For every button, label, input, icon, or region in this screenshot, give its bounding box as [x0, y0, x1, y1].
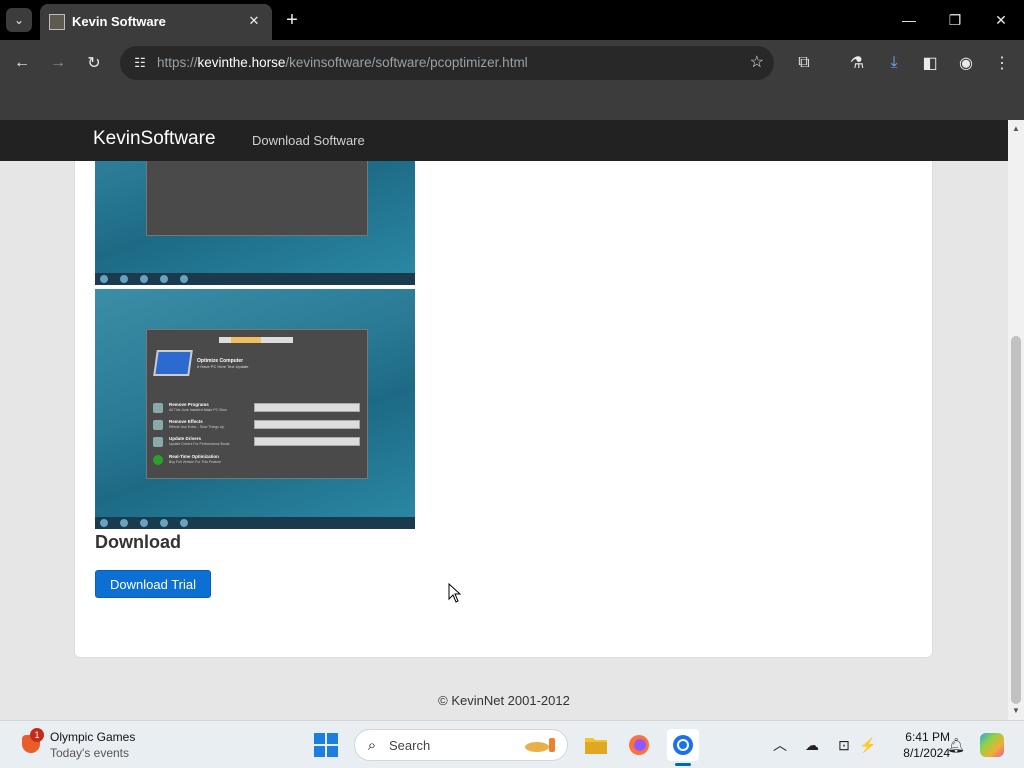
minimize-button[interactable]: — [886, 0, 932, 40]
windows-taskbar: 1 Olympic Games Today's events ⌕ Search … [0, 720, 1024, 768]
content-card: Optimize Computer It Have PC Here Text U… [74, 120, 933, 658]
notification-badge: 1 [30, 728, 44, 742]
nav-download-software[interactable]: Download Software [252, 133, 365, 148]
tab-kevin-software[interactable]: Kevin Software ✕ [40, 4, 272, 40]
maximize-button[interactable]: ❐ [932, 0, 978, 40]
download-trial-button[interactable]: Download Trial [95, 570, 211, 598]
search-placeholder: Search [389, 738, 431, 753]
bookmark-star-icon[interactable]: ☆ [750, 52, 764, 72]
firefox-icon[interactable] [623, 729, 655, 761]
favicon-icon [49, 14, 65, 30]
chrome-icon[interactable] [667, 729, 699, 761]
url-path: /kevinsoftware/software/pcoptimizer.html [285, 55, 528, 70]
screenshot-taskbar [95, 273, 415, 285]
notification-bell-icon[interactable]: 🔔︎ [946, 735, 966, 755]
taskbar-clock[interactable]: 6:41 PM 8/1/2024 [886, 729, 950, 761]
chevron-up-icon[interactable]: ︿ [770, 735, 790, 755]
clock-time: 6:41 PM [905, 730, 950, 744]
site-brand[interactable]: KevinSoftware [93, 128, 216, 150]
page-viewport: Optimize Computer It Have PC Here Text U… [0, 120, 1008, 720]
browser-infobar [0, 86, 1024, 120]
copilot-icon[interactable] [980, 733, 1004, 757]
address-bar[interactable]: ☷ https://kevinthe.horse/kevinsoftware/s… [120, 46, 774, 80]
battery-icon[interactable]: ⚡ [858, 735, 878, 755]
screenshot-row: Update Drivers Update Drivers For Perform… [153, 436, 361, 448]
news-widget[interactable]: 1 Olympic Games Today's events [20, 728, 150, 762]
close-window-button[interactable]: ✕ [978, 0, 1024, 40]
scroll-down-icon[interactable]: ▼ [1012, 706, 1020, 715]
active-app-indicator [675, 763, 691, 766]
tab-search-button[interactable]: ⌄ [6, 8, 32, 32]
site-footer: © KevinNet 2001-2012 [438, 693, 570, 708]
screenshot-row: Remove Effects Effects Use Extra... Slow … [153, 419, 361, 431]
laptop-icon [153, 350, 193, 376]
screenshot-tabs [219, 337, 293, 343]
screenshot-dialog: Optimize Computer It Have PC Here Text U… [146, 329, 368, 479]
tab-strip: ⌄ Kevin Software ✕ + — ❐ ✕ [0, 0, 1024, 40]
scroll-up-icon[interactable]: ▲ [1012, 124, 1020, 133]
site-info-icon[interactable]: ☷ [128, 51, 152, 75]
screenshot-image-2: Optimize Computer It Have PC Here Text U… [95, 289, 415, 529]
forward-icon[interactable]: → [46, 51, 70, 75]
profile-avatar-icon[interactable]: ◉ [954, 51, 978, 75]
scrollbar-thumb[interactable] [1011, 336, 1021, 704]
tab-close-icon[interactable]: ✕ [244, 11, 264, 31]
page-scrollbar[interactable]: ▲ ▼ [1008, 120, 1024, 720]
tab-title: Kevin Software [72, 14, 166, 29]
download-heading: Download [95, 532, 181, 552]
chevron-down-icon: ⌄ [13, 13, 25, 27]
mouse-cursor-icon [448, 583, 462, 603]
menu-icon[interactable]: ⋮ [990, 51, 1014, 75]
start-windows-icon[interactable] [314, 733, 338, 757]
cloud-off-icon[interactable]: ☁ [802, 735, 822, 755]
download-icon[interactable]: ⤓ [882, 51, 906, 75]
screenshot-row: Remove Programs All This Junk Installed M… [153, 402, 361, 414]
side-panel-icon[interactable]: ◧ [918, 51, 942, 75]
url-host: kevinthe.horse [197, 55, 286, 70]
network-icon[interactable]: ⊡ [834, 735, 854, 755]
extensions-icon[interactable]: ⧉ [792, 51, 816, 75]
clock-date: 8/1/2024 [903, 746, 950, 760]
site-navbar: KevinSoftware Download Software [0, 120, 1008, 161]
url-text[interactable]: https://kevinthe.horse/kevinsoftware/sof… [157, 55, 528, 70]
browser-toolbar: ← → ↻ ☷ https://kevinthe.horse/kevinsoft… [0, 40, 1024, 86]
url-scheme: https:// [157, 55, 198, 70]
file-explorer-icon[interactable] [580, 729, 612, 761]
search-highlight-icon [525, 738, 555, 752]
new-tab-button[interactable]: + [280, 8, 304, 32]
reload-icon[interactable]: ↻ [82, 51, 106, 75]
search-icon: ⌕ [367, 736, 377, 754]
back-icon[interactable]: ← [10, 51, 34, 75]
widget-subtitle: Today's events [50, 746, 130, 760]
taskbar-search[interactable]: ⌕ Search [354, 729, 568, 761]
labs-flask-icon[interactable]: ⚗ [845, 51, 869, 75]
screenshot-row: Real-Time Optimization Buy Full Version F… [153, 454, 361, 466]
screenshot-subtitle: It Have PC Here Text Update [197, 364, 249, 369]
widget-title: Olympic Games [50, 730, 136, 744]
screenshot-taskbar [95, 517, 415, 529]
